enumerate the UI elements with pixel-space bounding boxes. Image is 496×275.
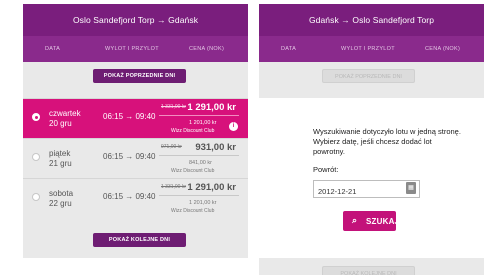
flight-date: 21 gru	[49, 159, 72, 168]
show-previous-days-button[interactable]: POKAŻ POPRZEDNIE DNI	[93, 69, 186, 83]
flight-radio[interactable]	[32, 193, 40, 201]
flight-club-label: Wizz Discount Club	[171, 128, 215, 134]
price-divider	[159, 195, 239, 196]
flight-times: 06:15 → 09:40	[103, 152, 156, 161]
column-date-header: DATA	[45, 46, 61, 52]
column-time-header: WYLOT I PRZYLOT	[341, 46, 395, 52]
flight-day: czwartek	[49, 109, 81, 118]
flight-club-price: 1 201,00 kr	[189, 200, 217, 206]
flight-day: piątek	[49, 149, 71, 158]
outbound-column-headers: DATA WYLOT I PRZYLOT CENA (NOK)	[23, 36, 248, 62]
return-column-headers: DATA WYLOT I PRZYLOT CENA (NOK)	[259, 36, 484, 62]
flight-date: 22 gru	[49, 199, 72, 208]
flight-club-price: 841,00 kr	[189, 160, 212, 166]
one-way-message: Wyszukiwanie dotyczyło lotu w jedną stro…	[313, 127, 461, 156]
show-previous-days-button-disabled: POKAŻ POPRZEDNIE DNI	[322, 69, 415, 83]
flight-radio[interactable]	[32, 113, 40, 121]
flight-times: 06:15 → 09:40	[103, 112, 156, 121]
return-date-label: Powrót:	[313, 165, 339, 174]
info-icon[interactable]: i	[229, 122, 238, 131]
search-icon: ⌕	[352, 215, 358, 225]
calendar-icon[interactable]: ▦	[406, 182, 416, 194]
column-time-header: WYLOT I PRZYLOT	[105, 46, 159, 52]
flight-old-price: 1 331,00 kr	[161, 104, 187, 110]
return-route-title: Gdańsk → Oslo Sandefjord Torp	[259, 4, 484, 36]
return-content-area	[259, 98, 484, 258]
outbound-panel: Oslo Sandefjord Torp → Gdańsk DATA WYLOT…	[23, 4, 248, 258]
outbound-route-title: Oslo Sandefjord Torp → Gdańsk	[23, 4, 248, 36]
return-date-input[interactable]	[313, 180, 420, 198]
column-price-header: CENA (NOK)	[425, 46, 461, 52]
flight-times: 06:15 → 09:40	[103, 192, 156, 201]
price-divider	[159, 155, 239, 156]
flight-club-price: 1 201,00 kr	[189, 120, 217, 126]
radio-selected-dot	[35, 116, 38, 119]
search-button[interactable]: ⌕ SZUKAJ	[343, 211, 400, 231]
flight-price: 1 291,00 kr	[187, 102, 236, 113]
return-panel: Gdańsk → Oslo Sandefjord Torp DATA WYLOT…	[259, 4, 484, 275]
flight-row[interactable]: sobota 22 gru 06:15 → 09:40 1 331,00 kr …	[23, 178, 248, 218]
show-next-days-button-disabled: POKAŻ KOLEJNE DNI	[322, 266, 415, 275]
flight-old-price: 971,00 kr	[161, 144, 182, 150]
flight-old-price: 1 331,00 kr	[161, 184, 187, 190]
flight-row[interactable]: piątek 21 gru 06:15 → 09:40 971,00 kr 93…	[23, 138, 248, 178]
flight-row[interactable]: czwartek 20 gru 06:15 → 09:40 1 331,00 k…	[23, 98, 248, 138]
flight-radio[interactable]	[32, 153, 40, 161]
show-next-days-button[interactable]: POKAŻ KOLEJNE DNI	[93, 233, 186, 247]
column-date-header: DATA	[281, 46, 297, 52]
flight-day: sobota	[49, 189, 74, 198]
search-button-label: SZUKAJ	[366, 217, 400, 226]
flight-price: 1 291,00 kr	[187, 182, 236, 193]
flight-club-label: Wizz Discount Club	[171, 208, 215, 214]
flight-club-label: Wizz Discount Club	[171, 168, 215, 174]
flight-date: 20 gru	[49, 119, 72, 128]
column-price-header: CENA (NOK)	[189, 46, 225, 52]
price-divider	[159, 115, 239, 116]
flight-price: 931,00 kr	[195, 142, 236, 153]
